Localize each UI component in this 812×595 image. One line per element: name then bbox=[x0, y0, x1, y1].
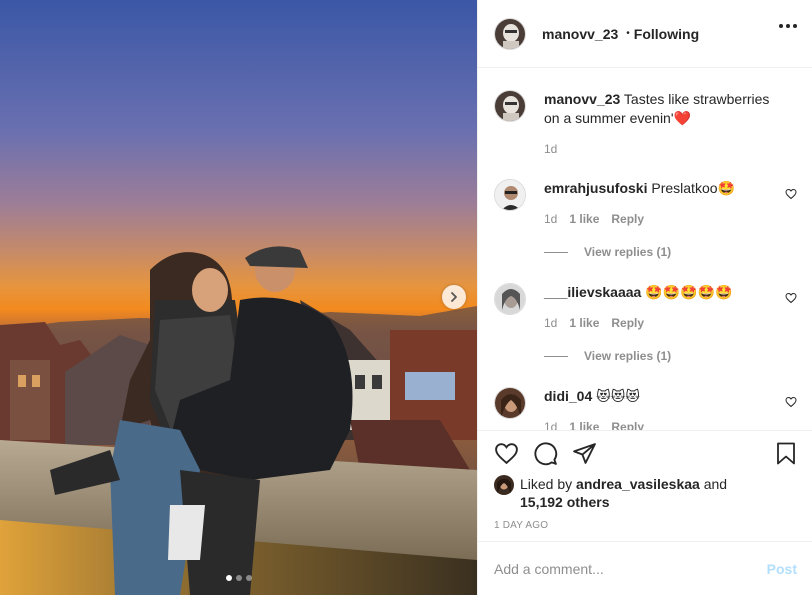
commenter-avatar[interactable] bbox=[494, 283, 526, 315]
caption-age[interactable]: 1d bbox=[544, 142, 557, 156]
avatar-image bbox=[495, 91, 525, 121]
more-icon-dot bbox=[786, 24, 790, 28]
comment-username[interactable]: emrahjusufoski bbox=[544, 180, 647, 196]
caption-emoji: ❤️ bbox=[673, 110, 691, 126]
comment-body: didi_04 😻😻😻 bbox=[544, 387, 779, 406]
comment-age[interactable]: 1d bbox=[544, 316, 557, 330]
comment-meta: 1d 1 like Reply bbox=[544, 212, 644, 226]
comment-age[interactable]: 1d bbox=[544, 212, 557, 226]
view-replies-label: View replies (1) bbox=[584, 245, 672, 259]
avatar-image bbox=[495, 284, 525, 314]
comment-body: ___ilievskaaaa 🤩🤩🤩🤩🤩 bbox=[544, 283, 779, 302]
comment-meta: 1d 1 like Reply bbox=[544, 420, 644, 430]
liked-by-joiner: and bbox=[703, 476, 728, 492]
caption-avatar[interactable] bbox=[494, 90, 526, 122]
carousel-indicator bbox=[0, 575, 477, 581]
comment-body: emrahjusufoski Preslatkoo🤩 bbox=[544, 179, 779, 198]
comment-text: 😻😻😻 bbox=[596, 388, 640, 404]
likes-text: Liked by andrea_vasileskaa and 15,192 ot… bbox=[520, 475, 727, 511]
caption-meta: 1d bbox=[544, 142, 557, 156]
carousel-dot bbox=[245, 575, 252, 581]
avatar-image bbox=[495, 180, 525, 210]
header-separator: • bbox=[626, 28, 630, 39]
divider-line bbox=[544, 251, 568, 253]
comment-likes[interactable]: 1 like bbox=[569, 212, 599, 226]
chevron-right-icon bbox=[451, 292, 457, 302]
post-photo[interactable] bbox=[0, 0, 477, 595]
comment-item: ___ilievskaaaa 🤩🤩🤩🤩🤩 1d 1 like Reply Vie… bbox=[494, 283, 799, 363]
comment-item: emrahjusufoski Preslatkoo🤩 1d 1 like Rep… bbox=[494, 179, 799, 259]
comment-like-heart-icon[interactable] bbox=[785, 188, 797, 200]
comment-age[interactable]: 1d bbox=[544, 420, 557, 430]
avatar-image bbox=[495, 18, 525, 49]
bookmark-icon[interactable] bbox=[774, 441, 798, 466]
photo-image bbox=[0, 0, 477, 595]
author-avatar[interactable] bbox=[494, 17, 526, 50]
liker-avatar[interactable] bbox=[494, 475, 514, 495]
next-slide-button[interactable] bbox=[442, 285, 466, 309]
likes-others-link[interactable]: 15,192 others bbox=[520, 494, 610, 510]
more-icon bbox=[779, 24, 783, 28]
caption: manovv_23 Tastes like strawberries on a … bbox=[494, 90, 799, 160]
post-header: manovv_23 • Following bbox=[478, 0, 812, 68]
comment-text: 🤩🤩🤩🤩🤩 bbox=[645, 284, 733, 300]
likes-summary: Liked by andrea_vasileskaa and 15,192 ot… bbox=[494, 475, 727, 511]
comment-username[interactable]: didi_04 bbox=[544, 388, 592, 404]
comments-list[interactable]: manovv_23 Tastes like strawberries on a … bbox=[478, 69, 812, 430]
post-actions-section: Liked by andrea_vasileskaa and 15,192 ot… bbox=[478, 430, 812, 531]
liked-by-prefix: Liked by bbox=[520, 476, 573, 492]
liker-username[interactable]: andrea_vasileskaa bbox=[576, 476, 700, 492]
add-comment-bar: Post bbox=[478, 541, 812, 595]
comment-likes[interactable]: 1 like bbox=[569, 316, 599, 330]
post-actions bbox=[494, 441, 597, 466]
comment-item: didi_04 😻😻😻 1d 1 like Reply bbox=[494, 387, 799, 430]
comment-username[interactable]: ___ilievskaaaa bbox=[544, 284, 641, 300]
post-timestamp[interactable]: 1 DAY AGO bbox=[494, 520, 548, 531]
divider-line bbox=[544, 355, 568, 357]
carousel-dot bbox=[235, 575, 242, 581]
comment-like-heart-icon[interactable] bbox=[785, 292, 797, 304]
comment-icon[interactable] bbox=[533, 441, 558, 466]
caption-username[interactable]: manovv_23 bbox=[544, 91, 620, 107]
comment-likes[interactable]: 1 like bbox=[569, 420, 599, 430]
avatar-image bbox=[495, 388, 525, 418]
share-icon[interactable] bbox=[572, 441, 597, 466]
comment-meta: 1d 1 like Reply bbox=[544, 316, 644, 330]
carousel-dot bbox=[225, 575, 232, 581]
more-icon-dot bbox=[793, 24, 797, 28]
more-options-button[interactable] bbox=[779, 24, 797, 28]
author-username[interactable]: manovv_23 bbox=[542, 26, 618, 42]
caption-body: manovv_23 Tastes like strawberries on a … bbox=[544, 90, 779, 128]
commenter-avatar[interactable] bbox=[494, 179, 526, 211]
reply-button[interactable]: Reply bbox=[611, 420, 644, 430]
view-replies-button[interactable]: View replies (1) bbox=[544, 349, 671, 363]
post-comment-button[interactable]: Post bbox=[767, 561, 797, 577]
follow-status-button[interactable]: Following bbox=[634, 26, 699, 42]
view-replies-label: View replies (1) bbox=[584, 349, 672, 363]
commenter-avatar[interactable] bbox=[494, 387, 526, 419]
reply-button[interactable]: Reply bbox=[611, 212, 644, 226]
comment-like-heart-icon[interactable] bbox=[785, 396, 797, 408]
post-side-panel: manovv_23 • Following manovv_23 Tastes l… bbox=[477, 0, 812, 595]
avatar-image bbox=[494, 475, 514, 495]
comment-text: Preslatkoo🤩 bbox=[651, 180, 735, 196]
comment-input[interactable] bbox=[494, 560, 767, 577]
post-dialog: manovv_23 • Following manovv_23 Tastes l… bbox=[0, 0, 812, 595]
heart-icon[interactable] bbox=[494, 441, 519, 466]
reply-button[interactable]: Reply bbox=[611, 316, 644, 330]
view-replies-button[interactable]: View replies (1) bbox=[544, 245, 671, 259]
